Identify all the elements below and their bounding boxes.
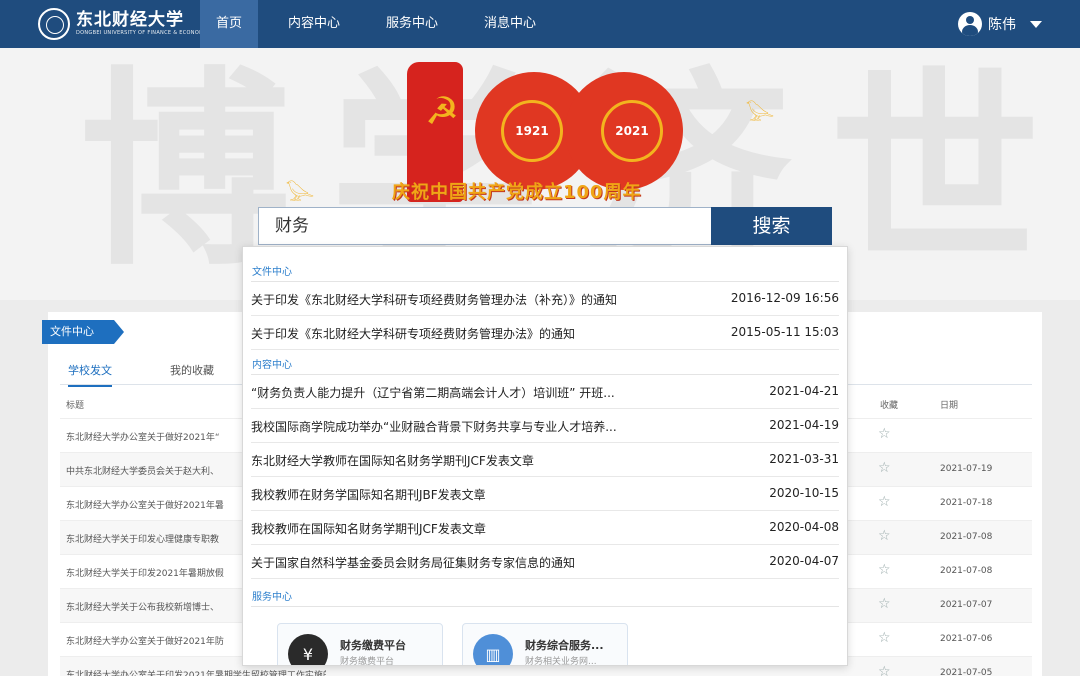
- result-date: 2021-04-21: [769, 384, 839, 398]
- star-icon[interactable]: ☆: [878, 664, 891, 676]
- result-title[interactable]: 关于印发《东北财经大学科研专项经费财务管理办法》的通知: [251, 325, 701, 342]
- result-title[interactable]: “财务负责人能力提升（辽宁省第二期高端会计人才）培训班” 开班...: [251, 384, 701, 401]
- result-date: 2016-12-09 16:56: [730, 291, 839, 305]
- service-card-payment[interactable]: ¥ 财务缴费平台 财务缴费平台: [277, 623, 443, 666]
- service-desc: 财务相关业务网...: [525, 657, 597, 666]
- section-divider: [251, 606, 839, 607]
- yuan-icon: ¥: [288, 634, 328, 665]
- result-title[interactable]: 我校国际商学院成功举办“业财融合背景下财务共享与专业人才培养...: [251, 418, 701, 435]
- tab-my-favorites[interactable]: 我的收藏: [170, 362, 214, 378]
- column-header-favorite: 收藏: [880, 401, 899, 411]
- row-date: 2021-07-05: [940, 668, 993, 676]
- chevron-down-icon[interactable]: [1030, 20, 1042, 28]
- service-name: 财务综合服务...: [525, 639, 604, 652]
- result-date: 2020-10-15: [769, 486, 839, 500]
- result-date: 2021-03-31: [769, 452, 839, 466]
- user-menu[interactable]: 陈伟: [958, 0, 1042, 48]
- row-title[interactable]: 东北财经大学办公室关于做好2021年暑: [66, 498, 246, 511]
- centenary-emblem: ☭ 1921 2021: [385, 52, 715, 232]
- row-title[interactable]: 东北财经大学办公室关于印发2021年暑期学生留校管理工作实施的通知: [66, 668, 326, 676]
- star-icon[interactable]: ☆: [878, 562, 891, 578]
- logo-name-cn: 东北财经大学: [76, 10, 184, 30]
- dove-icon: 𓅪: [745, 102, 775, 132]
- nav-message-center[interactable]: 消息中心: [468, 0, 552, 48]
- panel-section-tag: 文件中心: [42, 320, 124, 344]
- building-icon: ▥: [473, 634, 513, 665]
- result-date: 2015-05-11 15:03: [730, 325, 839, 339]
- year-end-badge: 2021: [601, 100, 663, 162]
- result-title[interactable]: 关于国家自然科学基金委员会财务局征集财务专家信息的通知: [251, 554, 701, 571]
- star-icon[interactable]: ☆: [878, 596, 891, 612]
- content-result-item[interactable]: 我校教师在国际知名财务学期刊JCF发表文章 2020-04-08: [251, 511, 839, 545]
- row-date: 2021-07-06: [940, 634, 993, 644]
- row-title[interactable]: 东北财经大学关于印发心理健康专职教: [66, 532, 246, 545]
- university-logo[interactable]: 东北财经大学 DONGBEI UNIVERSITY OF FINANCE & E…: [38, 8, 213, 40]
- avatar-icon: [958, 12, 982, 36]
- star-icon[interactable]: ☆: [878, 460, 891, 476]
- user-name: 陈伟: [988, 17, 1016, 33]
- result-title[interactable]: 我校教师在国际知名财务学期刊JCF发表文章: [251, 520, 701, 537]
- result-date: 2020-04-08: [769, 520, 839, 534]
- row-title[interactable]: 东北财经大学办公室关于做好2021年“: [66, 430, 246, 443]
- star-icon[interactable]: ☆: [878, 494, 891, 510]
- service-name: 财务缴费平台: [340, 639, 406, 652]
- content-result-item[interactable]: 我校国际商学院成功举办“业财融合背景下财务共享与专业人才培养... 2021-0…: [251, 409, 839, 443]
- column-header-date: 日期: [940, 401, 959, 411]
- service-desc: 财务缴费平台: [340, 657, 395, 666]
- row-date: 2021-07-18: [940, 498, 993, 508]
- nav-content-center[interactable]: 内容中心: [272, 0, 356, 48]
- result-title[interactable]: 东北财经大学教师在国际知名财务学期刊JCF发表文章: [251, 452, 701, 469]
- content-result-item[interactable]: 关于国家自然科学基金委员会财务局征集财务专家信息的通知 2020-04-07: [251, 545, 839, 579]
- star-icon[interactable]: ☆: [878, 528, 891, 544]
- section-label-service-center: 服务中心: [252, 592, 292, 603]
- search-button[interactable]: 搜索: [711, 207, 832, 245]
- university-seal-icon: [38, 8, 70, 40]
- row-date: 2021-07-08: [940, 532, 993, 542]
- search-input[interactable]: 财务: [258, 207, 712, 245]
- star-icon[interactable]: ☆: [878, 426, 891, 442]
- row-date: 2021-07-19: [940, 464, 993, 474]
- file-result-item[interactable]: 关于印发《东北财经大学科研专项经费财务管理办法》的通知 2015-05-11 1…: [251, 316, 839, 350]
- row-title[interactable]: 东北财经大学关于公布我校新增博士、: [66, 600, 246, 613]
- column-header-title: 标题: [66, 401, 85, 411]
- row-title[interactable]: 东北财经大学关于印发2021年暑期放假: [66, 566, 246, 579]
- content-result-item[interactable]: 东北财经大学教师在国际知名财务学期刊JCF发表文章 2021-03-31: [251, 443, 839, 477]
- result-title[interactable]: 我校教师在财务学国际知名期刊JBF发表文章: [251, 486, 701, 503]
- main-nav: 首页 内容中心 服务中心 消息中心: [200, 0, 566, 48]
- result-date: 2021-04-19: [769, 418, 839, 432]
- motto-char: 世: [829, 48, 1040, 294]
- star-icon[interactable]: ☆: [878, 630, 891, 646]
- search-suggestions-dropdown: 文件中心 关于印发《东北财经大学科研专项经费财务管理办法（补充）》的通知 201…: [242, 246, 848, 666]
- centenary-slogan: 庆祝中国共产党成立100周年: [392, 182, 642, 203]
- year-start-badge: 1921: [501, 100, 563, 162]
- content-result-item[interactable]: “财务负责人能力提升（辽宁省第二期高端会计人才）培训班” 开班... 2021-…: [251, 375, 839, 409]
- row-date: 2021-07-08: [940, 566, 993, 576]
- hammer-sickle-icon: ☭: [425, 89, 460, 133]
- result-title[interactable]: 关于印发《东北财经大学科研专项经费财务管理办法（补充）》的通知: [251, 291, 701, 308]
- file-result-item[interactable]: 关于印发《东北财经大学科研专项经费财务管理办法（补充）》的通知 2016-12-…: [251, 282, 839, 316]
- row-title[interactable]: 东北财经大学办公室关于做好2021年防: [66, 634, 246, 647]
- service-card-finance[interactable]: ▥ 财务综合服务... 财务相关业务网...: [462, 623, 628, 666]
- result-date: 2020-04-07: [769, 554, 839, 568]
- section-label-file-center: 文件中心: [252, 267, 292, 278]
- row-title[interactable]: 中共东北财经大学委员会关于赵大利、: [66, 464, 246, 477]
- logo-name-en: DONGBEI UNIVERSITY OF FINANCE & ECONOMIC…: [76, 30, 213, 36]
- row-date: 2021-07-07: [940, 600, 993, 610]
- nav-service-center[interactable]: 服务中心: [370, 0, 454, 48]
- section-label-content-center: 内容中心: [252, 360, 292, 371]
- top-nav-bar: 东北财经大学 DONGBEI UNIVERSITY OF FINANCE & E…: [0, 0, 1080, 48]
- nav-home[interactable]: 首页: [200, 0, 259, 48]
- content-result-item[interactable]: 我校教师在财务学国际知名期刊JBF发表文章 2020-10-15: [251, 477, 839, 511]
